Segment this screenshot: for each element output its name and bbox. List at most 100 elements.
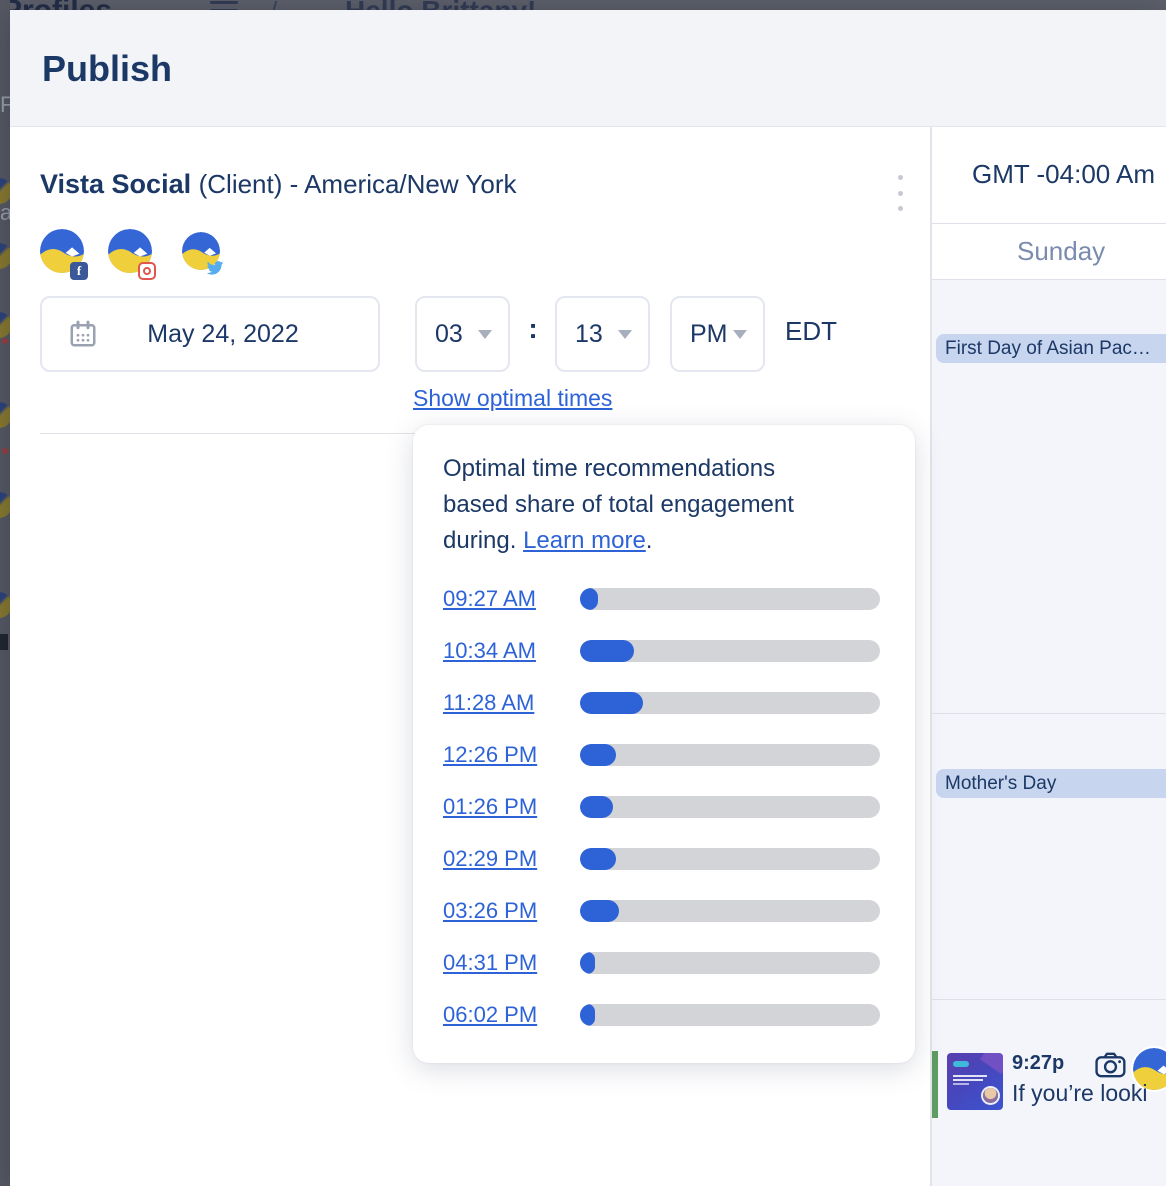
thumbnail-person-avatar (983, 1088, 998, 1103)
optimal-times-description: Optimal time recommendations based share… (443, 451, 843, 559)
time-colon: : (523, 313, 543, 345)
minute-select[interactable]: 13 (555, 296, 650, 372)
background-notification-dot (2, 448, 8, 454)
calendar-event-chip[interactable]: First Day of Asian Pac… (936, 334, 1166, 363)
calendar-pane: GMT -04:00 Am Sunday First Day of Asian … (930, 127, 1166, 1186)
calendar-day-header: Sunday (932, 224, 1166, 280)
background-avatar-fragment (0, 592, 10, 618)
background-profile-list-strip: F a (0, 0, 10, 1186)
group-options-menu-button[interactable] (890, 175, 910, 211)
hour-select[interactable]: 03 (415, 296, 510, 372)
facebook-profile-avatar[interactable]: f (40, 229, 84, 273)
optimal-time-link[interactable]: 09:27 AM (443, 586, 580, 612)
instagram-badge-icon (138, 262, 156, 280)
minute-value: 13 (575, 320, 603, 349)
engagement-bar-track (580, 1004, 880, 1026)
optimal-time-row: 12:26 PM (443, 729, 880, 781)
engagement-bar-fill (580, 588, 598, 610)
profile-group-type: (Client) (199, 169, 283, 199)
chevron-down-icon (733, 330, 747, 339)
engagement-bar-fill (580, 952, 595, 974)
scheduled-post-preview[interactable]: 9:27p If you’re looki (932, 1051, 1166, 1119)
page-title: Publish (42, 48, 172, 90)
optimal-time-row: 02:29 PM (443, 833, 880, 885)
background-avatar-fragment (0, 492, 10, 518)
optimal-time-row: 03:26 PM (443, 885, 880, 937)
profile-group-separator: - (282, 169, 304, 199)
selected-date: May 24, 2022 (98, 320, 378, 349)
optimal-time-link[interactable]: 01:26 PM (443, 794, 580, 820)
instagram-profile-avatar[interactable] (108, 229, 152, 273)
engagement-bar-track (580, 952, 880, 974)
optimal-time-row: 11:28 AM (443, 677, 880, 729)
meridiem-select[interactable]: PM (670, 296, 765, 372)
optimal-time-link[interactable]: 04:31 PM (443, 950, 580, 976)
show-optimal-times-link[interactable]: Show optimal times (413, 385, 612, 412)
calendar-cell[interactable]: Mother's Day (932, 714, 1166, 1000)
publish-modal-header: Publish (10, 10, 1166, 127)
twitter-badge-icon (206, 259, 224, 277)
background-letter-fragment: a (0, 200, 10, 226)
engagement-bar-fill (580, 796, 613, 818)
calendar-timezone-header: GMT -04:00 Am (932, 127, 1166, 224)
optimal-time-link[interactable]: 11:28 AM (443, 690, 580, 716)
calendar-event-chip[interactable]: Mother's Day (936, 769, 1166, 798)
optimal-time-row: 10:34 AM (443, 625, 880, 677)
chevron-down-icon (478, 330, 492, 339)
engagement-bar-track (580, 848, 880, 870)
optimal-time-link[interactable]: 12:26 PM (443, 742, 580, 768)
post-time: 9:27p (1012, 1052, 1064, 1075)
description-period: . (646, 527, 653, 554)
engagement-bar-track (580, 900, 880, 922)
facebook-badge-icon: f (70, 262, 88, 280)
date-picker-field[interactable]: May 24, 2022 (40, 296, 380, 372)
post-thumbnail (947, 1053, 1003, 1110)
engagement-bar-fill (580, 1004, 595, 1026)
calendar-cell[interactable]: 9:27p If you’re looki (932, 1000, 1166, 1186)
background-letter-fragment: F (0, 92, 10, 118)
optimal-time-row: 06:02 PM (443, 989, 880, 1041)
engagement-bar-fill (580, 744, 616, 766)
twitter-profile-avatar[interactable] (182, 232, 220, 270)
engagement-bar-track (580, 796, 880, 818)
background-avatar-fragment (0, 402, 10, 428)
hour-value: 03 (435, 320, 463, 349)
camera-icon (1095, 1052, 1126, 1078)
background-avatar-fragment (0, 312, 10, 338)
form-divider (40, 433, 416, 434)
optimal-time-link[interactable]: 03:26 PM (443, 898, 580, 924)
optimal-time-row: 01:26 PM (443, 781, 880, 833)
publish-form-pane: Vista Social (Client) - America/New York… (10, 127, 930, 1186)
learn-more-link[interactable]: Learn more (523, 527, 646, 554)
background-badge-fragment (0, 634, 8, 650)
optimal-time-link[interactable]: 10:34 AM (443, 638, 580, 664)
calendar-icon (68, 319, 98, 349)
meridiem-value: PM (690, 320, 728, 349)
background-notification-dot (2, 338, 8, 344)
engagement-bar-fill (580, 692, 643, 714)
timezone-abbreviation: EDT (785, 316, 837, 347)
optimal-time-row: 09:27 AM (443, 573, 880, 625)
engagement-bar-fill (580, 848, 616, 870)
engagement-bar-track (580, 640, 880, 662)
engagement-bar-track (580, 692, 880, 714)
publish-modal: Publish Vista Social (Client) - America/… (10, 10, 1166, 1186)
optimal-time-row: 04:31 PM (443, 937, 880, 989)
engagement-bar-fill (580, 900, 619, 922)
calendar-cell[interactable]: First Day of Asian Pac… (932, 280, 1166, 714)
profile-group-name: Vista Social (40, 169, 191, 199)
profile-group-title: Vista Social (Client) - America/New York (40, 169, 517, 200)
calendar-timezone-label: GMT -04:00 Am (972, 159, 1155, 190)
background-avatar-fragment (0, 243, 10, 269)
optimal-times-list: 09:27 AM 10:34 AM 11:28 AM 12:26 PM 01:2… (443, 573, 880, 1041)
engagement-bar-fill (580, 640, 634, 662)
optimal-time-link[interactable]: 02:29 PM (443, 846, 580, 872)
engagement-bar-track (580, 744, 880, 766)
post-caption: If you’re looki (1012, 1080, 1148, 1107)
engagement-bar-track (580, 588, 880, 610)
calendar-day-label: Sunday (1017, 236, 1105, 267)
optimal-times-popup: Optimal time recommendations based share… (413, 425, 915, 1063)
optimal-time-link[interactable]: 06:02 PM (443, 1002, 580, 1028)
profile-group-timezone: America/New York (304, 169, 516, 199)
post-status-bar (932, 1051, 938, 1118)
